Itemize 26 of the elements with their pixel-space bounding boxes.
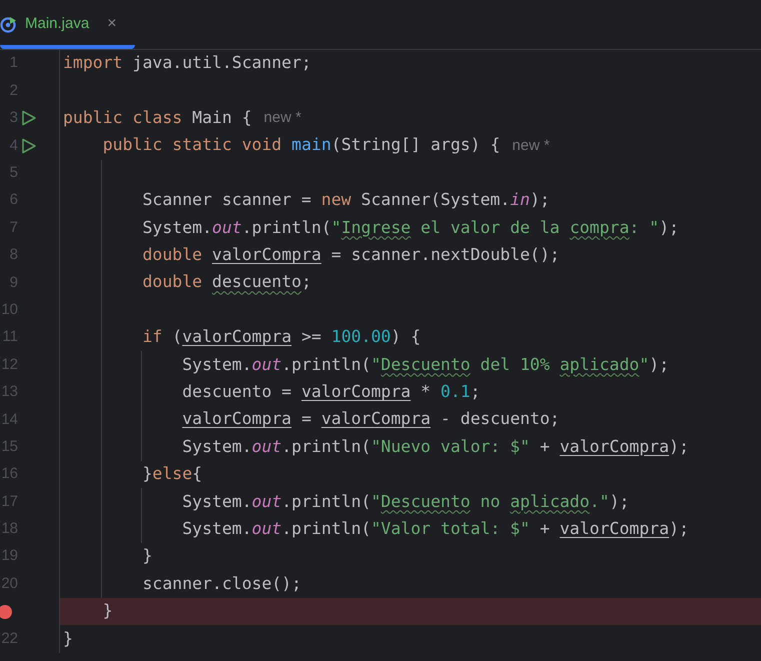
code-line: double valorCompra = scanner.nextDouble();: [141, 244, 560, 266]
run-icon[interactable]: [21, 110, 37, 126]
code-line: }: [141, 545, 152, 568]
code-line: System.out.println("Descuento no aplicado.");: [181, 490, 630, 513]
code-line: valorCompra = valorCompra - descuento;: [181, 408, 560, 430]
code-line: System.out.println("Descuento del 10% aplicado");: [181, 354, 670, 376]
inlay-hint[interactable]: new *: [512, 134, 550, 158]
inlay-hint[interactable]: new *: [264, 107, 302, 130]
code-line: }else{: [141, 463, 202, 486]
code-line: public static void main(String[] args) {: [102, 134, 500, 156]
code-line: System.out.println("Valor total: $" + valorCompra);: [181, 518, 689, 540]
code-line: descuento = valorCompra * 0.1;: [181, 381, 480, 403]
code-line: System.out.println("Ingrese el valor de la compra: ");: [141, 216, 679, 239]
code-line: }: [63, 628, 73, 650]
code-line: public class Main {: [63, 107, 252, 130]
code-line: System.out.println("Nuevo valor: $" + valorCompra);: [181, 436, 689, 458]
code-line: scanner.close();: [141, 572, 302, 595]
close-button[interactable]: ×: [107, 12, 117, 36]
code-line: }: [102, 600, 113, 622]
tab-title: Main.java: [25, 14, 90, 34]
code-line: double descuento;: [141, 271, 312, 294]
code-line: Scanner scanner = new Scanner(System.in);: [141, 189, 550, 212]
code-line: if (valorCompra >= 100.00) {: [141, 326, 421, 348]
run-icon[interactable]: [21, 138, 37, 154]
file-tab[interactable]: Main.java ×: [0, 3, 135, 49]
code-line: import java.util.Scanner;: [63, 52, 312, 74]
